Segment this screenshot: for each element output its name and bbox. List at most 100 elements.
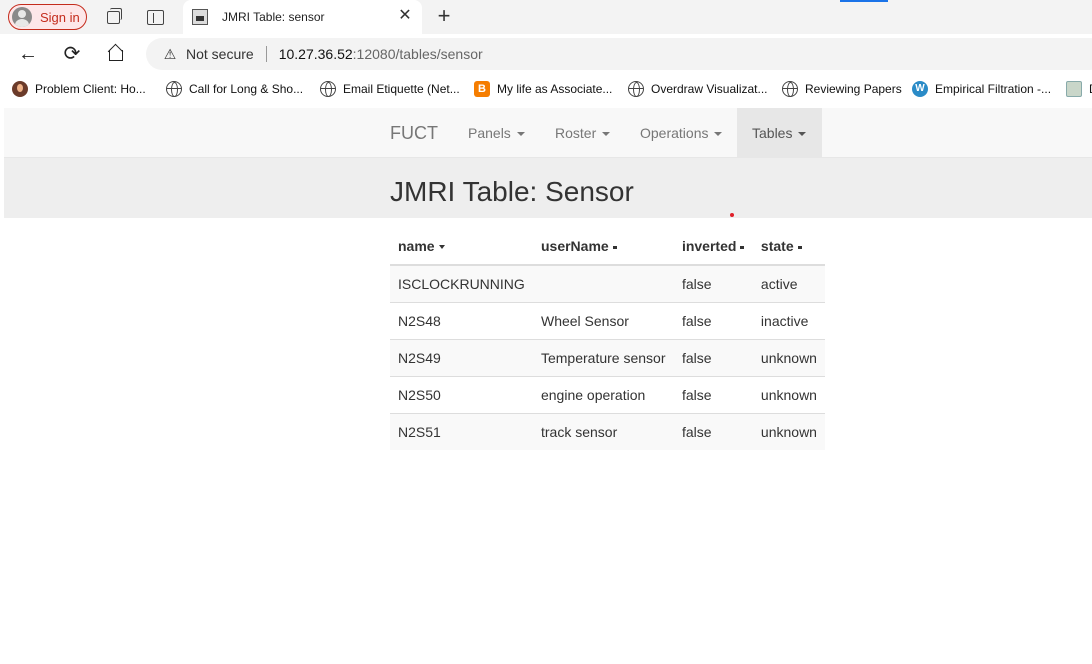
- cursor-dot: [730, 213, 734, 217]
- new-tab-button[interactable]: +: [434, 5, 454, 27]
- table-row[interactable]: N2S51 track sensor false unknown: [390, 412, 825, 450]
- bookmark-item[interactable]: Empirical Filtration -...: [912, 80, 1051, 98]
- nav-item-label: Operations: [640, 125, 709, 141]
- bookmark-label: Overdraw Visualizat...: [651, 82, 768, 96]
- address-bar[interactable]: ⚠ Not secure 10.27.36.52:12080/tables/se…: [146, 38, 1092, 70]
- bookmark-item[interactable]: Overdraw Visualizat...: [628, 80, 768, 98]
- url-host[interactable]: 10.27.36.52: [279, 46, 353, 62]
- bookmarks-bar: Problem Client: Ho... Call for Long & Sh…: [0, 74, 1092, 104]
- browser-tabstrip: Sign in JMRI Table: sensor ✕ +: [0, 0, 1092, 34]
- sign-in-button[interactable]: Sign in: [8, 4, 87, 30]
- cell-name: ISCLOCKRUNNING: [390, 264, 533, 302]
- nav-item-label: Roster: [555, 125, 597, 141]
- cell-state: unknown: [752, 375, 825, 413]
- tab-title: JMRI Table: sensor: [222, 10, 325, 24]
- column-header-label: state: [760, 238, 794, 254]
- url-path[interactable]: :12080/tables/sensor: [353, 46, 483, 62]
- cell-inverted: false: [673, 338, 753, 376]
- image-icon: [1066, 81, 1082, 97]
- bookmark-item[interactable]: Email Etiquette (Net...: [320, 80, 460, 98]
- cell-name: N2S51: [390, 412, 533, 450]
- sort-unsorted-icon: [612, 245, 617, 249]
- caret-down-icon: [602, 132, 611, 137]
- cell-username: engine operation: [532, 375, 674, 413]
- back-arrow-icon[interactable]: ←: [16, 42, 40, 66]
- cell-username: [532, 264, 674, 302]
- cell-name: N2S48: [390, 301, 533, 339]
- bookmark-label: Email Etiquette (Net...: [343, 82, 460, 96]
- cell-state: active: [752, 264, 825, 302]
- column-header-label: name: [398, 238, 435, 254]
- page-title: JMRI Table: Sensor: [390, 176, 634, 207]
- column-header-inverted[interactable]: inverted: [673, 228, 753, 266]
- nav-item-label: Panels: [468, 125, 511, 141]
- globe-icon: [320, 81, 336, 97]
- globe-icon: [782, 81, 798, 97]
- bookmark-label: My life as Associate...: [497, 82, 613, 96]
- bookmark-item[interactable]: Problem Client: Ho...: [12, 80, 146, 98]
- sort-unsorted-icon: [740, 245, 745, 249]
- tab-actions-icon[interactable]: [146, 8, 164, 26]
- nav-operations-dropdown[interactable]: Operations: [625, 108, 737, 158]
- nav-panels-dropdown[interactable]: Panels: [453, 108, 540, 158]
- column-header-name[interactable]: name: [390, 228, 533, 266]
- reload-icon[interactable]: ⟳: [60, 42, 84, 66]
- bookmark-item[interactable]: Call for Long & Sho...: [166, 80, 303, 98]
- nav-roster-dropdown[interactable]: Roster: [540, 108, 625, 158]
- cell-inverted: false: [673, 301, 753, 339]
- sort-desc-icon: [438, 245, 445, 250]
- tabstrip-accent: [840, 0, 888, 2]
- bookmark-item[interactable]: My life as Associate...: [474, 80, 612, 98]
- cell-inverted: false: [673, 375, 753, 413]
- caret-down-icon: [516, 132, 525, 137]
- avatar-icon: [12, 81, 28, 97]
- cell-inverted: false: [673, 412, 753, 450]
- browser-toolbar: ← ⟳ ⚠ Not secure 10.27.36.52:12080/table…: [0, 34, 1092, 74]
- cell-state: inactive: [752, 301, 825, 339]
- blogger-icon: [474, 81, 490, 97]
- site-navbar: FUCT Panels Roster Operations Tables: [4, 108, 1092, 158]
- page-header: JMRI Table: Sensor: [4, 158, 1092, 218]
- cell-state: unknown: [752, 412, 825, 450]
- sign-in-label: Sign in: [40, 9, 80, 25]
- caret-down-icon: [714, 132, 723, 137]
- not-secure-label[interactable]: Not secure: [186, 46, 254, 62]
- browser-tab-active[interactable]: JMRI Table: sensor ✕: [183, 0, 422, 34]
- bookmark-item[interactable]: Reviewing Papers: [782, 80, 902, 98]
- cell-name: N2S50: [390, 375, 533, 413]
- home-body-shape: [109, 50, 123, 61]
- bookmark-label: Reviewing Papers: [805, 82, 902, 96]
- caret-down-icon: [798, 132, 807, 137]
- nav-item-label: Tables: [752, 125, 793, 141]
- column-header-state[interactable]: state: [752, 228, 825, 266]
- cell-name: N2S49: [390, 338, 533, 376]
- workspaces-icon[interactable]: [104, 8, 122, 26]
- home-icon[interactable]: [104, 42, 128, 66]
- address-separator: [265, 46, 267, 62]
- column-header-username[interactable]: userName: [532, 228, 674, 266]
- sensor-table: name userName inverted state ISCLOCKRUNN…: [390, 228, 825, 450]
- warning-triangle-icon[interactable]: ⚠: [162, 46, 178, 62]
- table-header-row: name userName inverted state: [390, 228, 825, 266]
- globe-icon: [628, 81, 644, 97]
- cell-state: unknown: [752, 338, 825, 376]
- column-header-label: inverted: [681, 238, 737, 254]
- profile-avatar-icon: [12, 7, 32, 27]
- cell-username: Wheel Sensor: [532, 301, 674, 339]
- nav-tables-dropdown[interactable]: Tables: [737, 108, 822, 158]
- cell-inverted: false: [673, 264, 753, 302]
- cell-username: track sensor: [532, 412, 674, 450]
- bookmark-item[interactable]: D: [1066, 80, 1092, 98]
- cell-username: Temperature sensor: [532, 338, 674, 376]
- table-row[interactable]: ISCLOCKRUNNING false active: [390, 264, 825, 302]
- bookmark-label: Empirical Filtration -...: [935, 82, 1052, 96]
- bookmark-label: Problem Client: Ho...: [35, 82, 146, 96]
- bookmark-label: Call for Long & Sho...: [189, 82, 304, 96]
- column-header-label: userName: [540, 238, 609, 254]
- tab-close-icon[interactable]: ✕: [397, 8, 413, 24]
- table-row[interactable]: N2S49 Temperature sensor false unknown: [390, 338, 825, 376]
- globe-icon: [166, 81, 182, 97]
- table-row[interactable]: N2S48 Wheel Sensor false inactive: [390, 301, 825, 339]
- brand-link[interactable]: FUCT: [390, 123, 438, 144]
- table-row[interactable]: N2S50 engine operation false unknown: [390, 375, 825, 413]
